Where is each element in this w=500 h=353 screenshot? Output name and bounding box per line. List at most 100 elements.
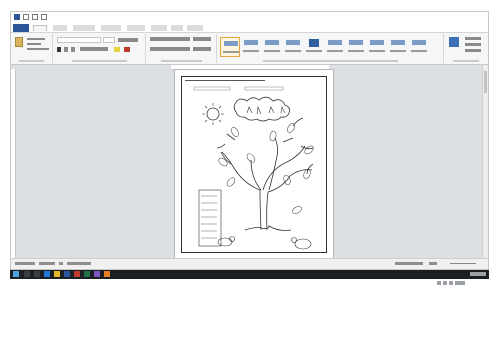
- underline-button[interactable]: [71, 47, 75, 52]
- replace-button[interactable]: [465, 43, 481, 46]
- style-preview: [265, 40, 279, 45]
- word-count-status[interactable]: [39, 262, 55, 265]
- style-preview: [391, 40, 405, 45]
- tab-mailings[interactable]: [127, 25, 145, 31]
- vertical-scrollbar[interactable]: [482, 65, 488, 260]
- alignment-buttons[interactable]: [150, 47, 190, 51]
- edge-icon[interactable]: [44, 271, 50, 277]
- style-label: [285, 50, 301, 52]
- style-no-spacing[interactable]: [241, 37, 261, 57]
- excel-icon[interactable]: [84, 271, 90, 277]
- page-count-status[interactable]: [15, 262, 35, 265]
- style-preview: [328, 40, 342, 45]
- style-subtitle[interactable]: [325, 37, 345, 57]
- status-bar: [11, 258, 488, 269]
- style-preview: [244, 40, 258, 45]
- ribbon-home: [11, 32, 488, 65]
- change-styles-icon[interactable]: [449, 37, 459, 47]
- style-preview: [309, 39, 319, 47]
- style-preview: [370, 40, 384, 45]
- tab-addins[interactable]: [187, 25, 203, 31]
- tab-page-layout[interactable]: [73, 25, 95, 31]
- paragraph-group-label: [160, 60, 203, 62]
- style-preview: [412, 40, 426, 45]
- styles-group: [218, 34, 444, 63]
- font-name-select[interactable]: [57, 37, 101, 43]
- word-taskbar-icon[interactable]: [64, 271, 70, 277]
- style-label: [369, 50, 385, 52]
- taskbar-clock[interactable]: [470, 272, 486, 276]
- file-explorer-icon[interactable]: [54, 271, 60, 277]
- search-icon[interactable]: [24, 271, 30, 277]
- window-title: [196, 14, 306, 20]
- cut-button[interactable]: [27, 38, 45, 40]
- tray-icons: [437, 281, 465, 285]
- word-window: [10, 11, 489, 270]
- scrollbar-thumb[interactable]: [484, 71, 487, 93]
- app-icon[interactable]: [94, 271, 100, 277]
- save-icon[interactable]: [23, 14, 29, 20]
- list-buttons[interactable]: [150, 37, 190, 41]
- tab-home[interactable]: [33, 25, 47, 31]
- paste-button[interactable]: [15, 37, 23, 47]
- tab-review[interactable]: [151, 25, 167, 31]
- font-color-button[interactable]: [124, 47, 130, 52]
- system-tray[interactable]: [437, 272, 467, 285]
- tab-file[interactable]: [13, 24, 29, 32]
- quick-access-toolbar: [14, 14, 47, 20]
- document-page[interactable]: [174, 69, 334, 261]
- bold-button[interactable]: [57, 47, 61, 52]
- italic-button[interactable]: [64, 47, 68, 52]
- style-strong[interactable]: [409, 37, 429, 57]
- text-effects-buttons[interactable]: [80, 47, 108, 51]
- font-group-label: [72, 60, 127, 62]
- editing-group-label: [453, 60, 479, 62]
- indent-sort-buttons[interactable]: [193, 37, 211, 41]
- style-preview: [286, 40, 300, 45]
- style-normal[interactable]: [220, 37, 240, 57]
- select-button[interactable]: [465, 49, 481, 52]
- style-label: [411, 50, 427, 52]
- style-preview: [349, 40, 363, 45]
- autumn-coloring-picture: [193, 86, 314, 250]
- undo-icon[interactable]: [32, 14, 38, 20]
- style-preview: [224, 41, 238, 46]
- title-bar: [11, 12, 488, 24]
- tab-references[interactable]: [101, 25, 121, 31]
- style-emphasis[interactable]: [367, 37, 387, 57]
- zoom-level[interactable]: [429, 262, 437, 265]
- start-icon[interactable]: [13, 271, 19, 277]
- highlight-color-button[interactable]: [114, 47, 120, 52]
- shading-border-buttons[interactable]: [193, 47, 211, 51]
- font-size-select[interactable]: [103, 37, 115, 43]
- copy-button[interactable]: [27, 43, 41, 45]
- editing-group: [445, 34, 487, 63]
- style-label: [243, 50, 259, 52]
- style-label: [264, 50, 280, 52]
- word-app-icon: [14, 14, 20, 20]
- language-status[interactable]: [67, 262, 91, 265]
- windows-taskbar: [10, 270, 489, 285]
- paragraph-group: [147, 34, 217, 63]
- redo-icon[interactable]: [41, 14, 47, 20]
- tab-view[interactable]: [171, 25, 183, 31]
- find-button[interactable]: [465, 37, 481, 40]
- app-icon[interactable]: [104, 271, 110, 277]
- style-subtle-emphasis[interactable]: [346, 37, 366, 57]
- powerpoint-icon[interactable]: [74, 271, 80, 277]
- zoom-slider[interactable]: [450, 263, 476, 264]
- tab-insert[interactable]: [53, 25, 67, 31]
- task-view-icon[interactable]: [34, 271, 40, 277]
- clipboard-group: [11, 34, 53, 63]
- grow-shrink-font-buttons[interactable]: [118, 38, 138, 42]
- style-title[interactable]: [304, 37, 324, 57]
- view-buttons[interactable]: [395, 262, 423, 265]
- vertical-ruler: [11, 69, 16, 259]
- format-painter-button[interactable]: [27, 48, 49, 50]
- style-intense-emphasis[interactable]: [388, 37, 408, 57]
- styles-group-label: [263, 60, 398, 62]
- style-heading-1[interactable]: [262, 37, 282, 57]
- style-label: [327, 50, 343, 52]
- style-heading-2[interactable]: [283, 37, 303, 57]
- proofing-icon[interactable]: [59, 262, 63, 265]
